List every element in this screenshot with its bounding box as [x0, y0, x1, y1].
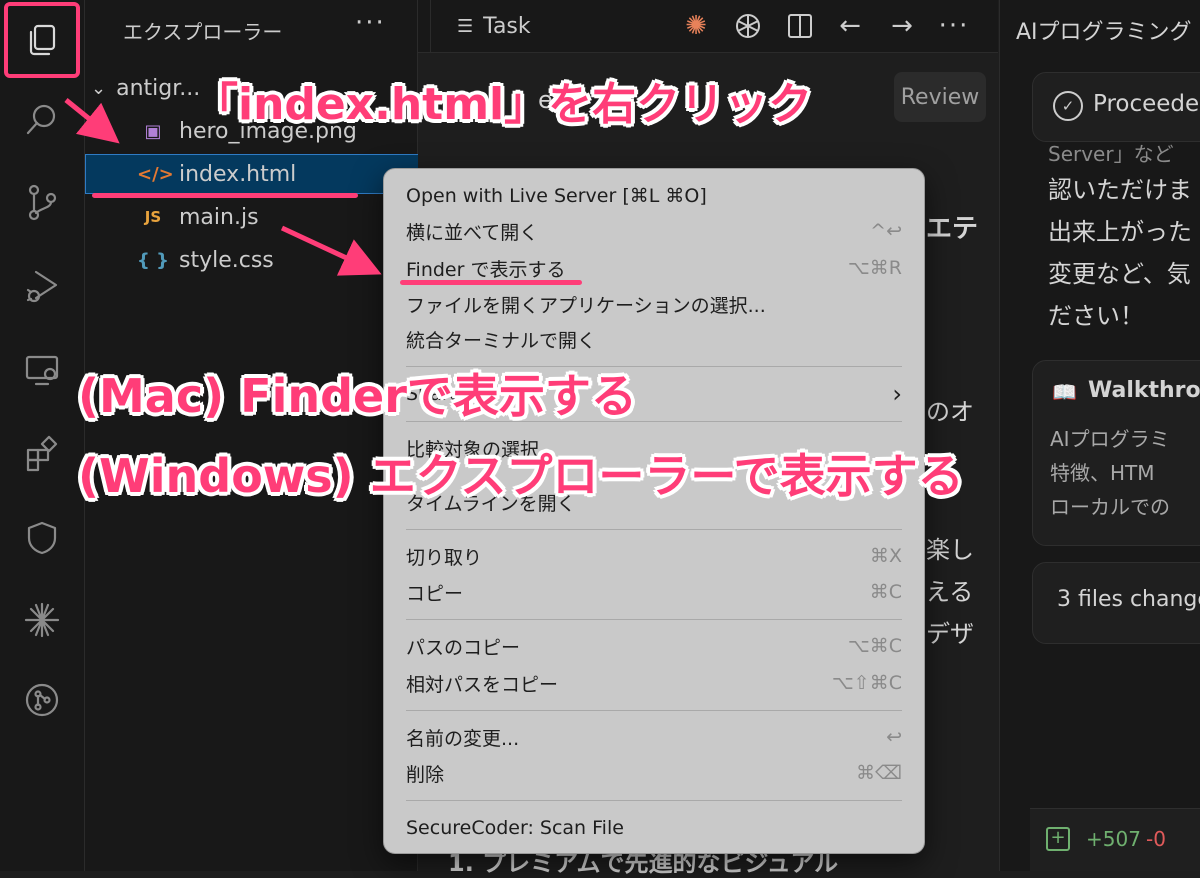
arrow-to-menu	[280, 225, 382, 276]
arrow-to-index-html	[64, 98, 120, 144]
annotation-windows: (Windows) エクスプローラーで表示する	[78, 449, 964, 503]
annotation-mac: (Mac) Finderで表示する	[78, 369, 637, 423]
index-html-underline	[92, 193, 358, 198]
annotation-right-click: 「index.html」を右クリック	[194, 79, 813, 130]
finder-item-underline	[400, 280, 582, 285]
